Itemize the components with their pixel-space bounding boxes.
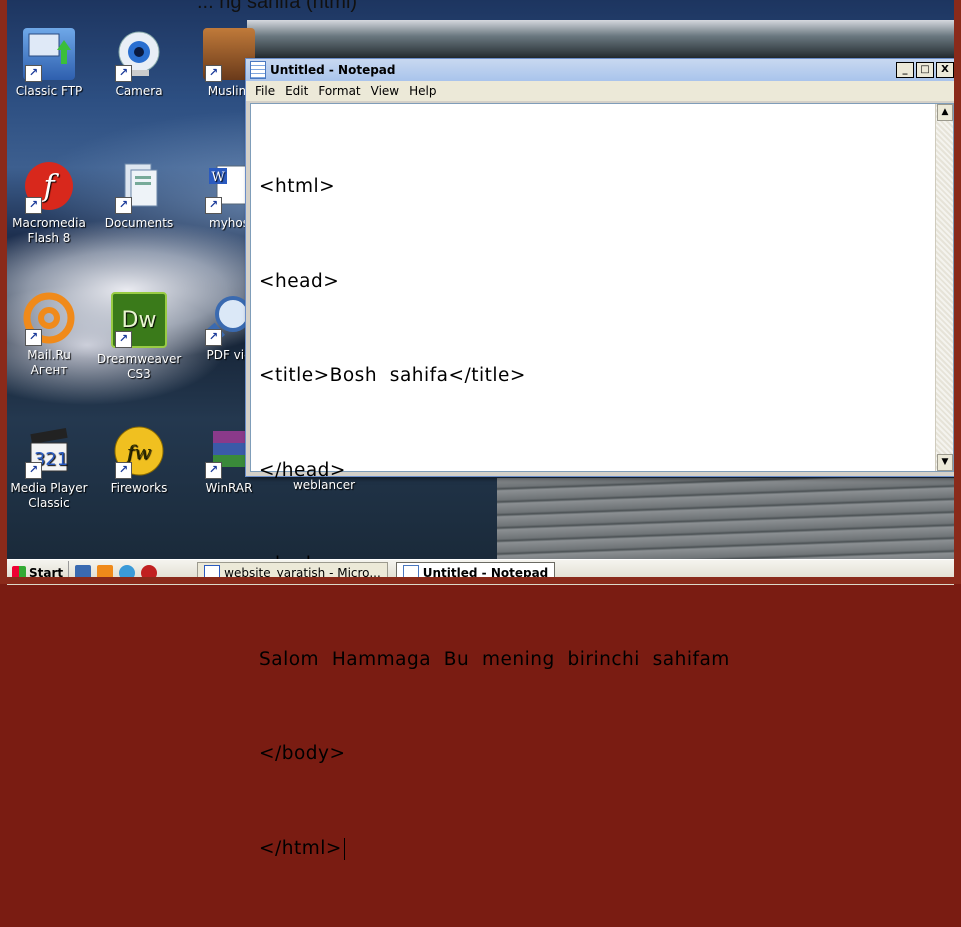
scroll-down-arrow-icon[interactable]: ▼	[937, 454, 953, 471]
flash-icon: f ↗	[23, 160, 75, 214]
svg-text:Dw: Dw	[122, 308, 157, 333]
text-line: <html>	[259, 176, 336, 197]
media-player-icon: 321 ↗	[23, 425, 75, 479]
svg-text:fw: fw	[125, 440, 152, 464]
desktop-icon-macromedia-flash[interactable]: f ↗ Macromedia Flash 8	[7, 160, 91, 246]
show-desktop-icon[interactable]	[75, 564, 92, 581]
notepad-icon	[250, 61, 266, 79]
minimize-button[interactable]: _	[896, 62, 914, 78]
text-line: <title>Bosh sahifa</title>	[259, 365, 526, 386]
vertical-scrollbar[interactable]: ▲ ▼	[935, 104, 953, 471]
desktop-icon-fireworks[interactable]: fw ↗ Fireworks	[97, 425, 181, 496]
fireworks-icon: fw ↗	[113, 425, 165, 479]
ftp-icon: ↗	[23, 28, 75, 82]
desktop-icon-classic-ftp[interactable]: ↗ Classic FTP	[7, 28, 91, 99]
notepad-titlebar[interactable]: Untitled - Notepad _ □ X	[246, 59, 958, 81]
text-line: </html>	[259, 833, 730, 865]
menu-help[interactable]: Help	[404, 84, 441, 98]
documents-icon: ↗	[113, 160, 165, 214]
desktop-icon-camera[interactable]: ↗ Camera	[97, 28, 181, 99]
word-doc-icon	[204, 564, 221, 581]
slide-caption: ... ng sahifa (html)	[197, 0, 358, 13]
text-line: </head>	[259, 459, 346, 481]
maximize-button[interactable]: □	[916, 62, 934, 78]
menu-bar: File Edit Format View Help	[246, 81, 958, 101]
text-line: Salom Hammaga Bu mening birinchi sahifam	[259, 648, 730, 670]
scroll-up-arrow-icon[interactable]: ▲	[937, 104, 953, 121]
taskbar: Start website_yaratish - Micro... Untitl…	[7, 559, 954, 585]
desktop-icon-mailru-agent[interactable]: ↗ Mail.Ru Агент	[7, 292, 91, 378]
windows-flag-icon	[12, 565, 26, 580]
window-title: Untitled - Notepad	[270, 63, 396, 77]
camera-icon: ↗	[113, 28, 165, 82]
menu-file[interactable]: File	[250, 84, 280, 98]
desktop-icon-media-player-classic[interactable]: 321 ↗ Media Player Classic	[7, 425, 91, 511]
desktop-icon-dreamweaver[interactable]: Dw ↗ Dreamweaver CS3	[97, 292, 181, 382]
editor-text: <html> <head> <title>Bosh sahifa</title>…	[259, 108, 730, 927]
svg-text:W: W	[211, 170, 225, 185]
menu-edit[interactable]: Edit	[280, 84, 313, 98]
media-icon[interactable]	[97, 564, 114, 581]
menu-format[interactable]: Format	[313, 84, 365, 98]
background-treeline	[247, 20, 954, 60]
desktop-icon-documents[interactable]: ↗ Documents	[97, 160, 181, 231]
text-editor-area[interactable]: <html> <head> <title>Bosh sahifa</title>…	[250, 103, 954, 859]
ie-icon[interactable]	[119, 564, 136, 581]
start-button[interactable]: Start	[7, 561, 70, 584]
mailru-icon: ↗	[23, 292, 75, 346]
text-line: </body>	[259, 743, 346, 764]
task-website-yaratish[interactable]: website_yaratish - Micro...	[197, 561, 388, 584]
text-line: <head>	[259, 270, 340, 292]
notepad-icon	[402, 564, 419, 581]
opera-icon[interactable]	[141, 564, 158, 581]
task-untitled-notepad[interactable]: Untitled - Notepad	[395, 561, 556, 584]
menu-view[interactable]: View	[366, 84, 404, 98]
dreamweaver-icon: Dw ↗	[111, 292, 167, 348]
notepad-window[interactable]: Untitled - Notepad _ □ X File Edit Forma…	[245, 58, 959, 859]
close-button[interactable]: X	[936, 62, 954, 78]
